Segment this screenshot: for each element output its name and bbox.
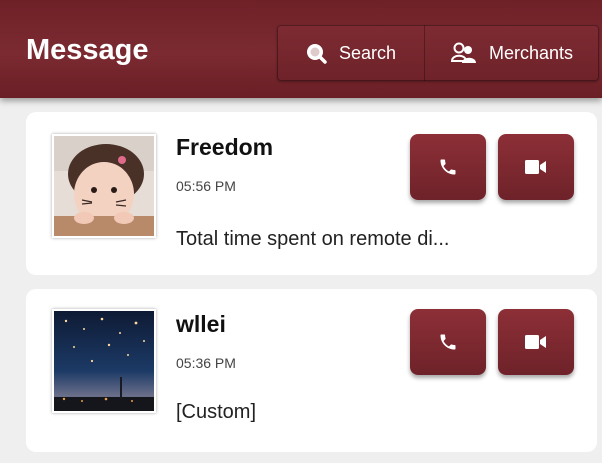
users-icon xyxy=(450,42,476,63)
video-call-button[interactable] xyxy=(498,134,574,200)
avatar[interactable] xyxy=(52,134,156,238)
search-icon xyxy=(306,44,327,64)
conversation-item[interactable]: wllei 05:36 PM [Custom] xyxy=(26,289,597,452)
search-button-label: Search xyxy=(338,42,397,63)
contact-name: Freedom xyxy=(176,134,274,160)
merchants-button[interactable]: Merchants xyxy=(425,25,599,81)
call-button[interactable] xyxy=(410,134,486,200)
merchants-button-label: Merchants xyxy=(488,42,574,63)
message-time: 05:56 PM xyxy=(176,178,236,194)
avatar[interactable] xyxy=(52,309,156,413)
search-button[interactable]: Search xyxy=(277,25,425,81)
message-preview: Total time spent on remote di... xyxy=(176,228,450,250)
video-camera-icon xyxy=(525,160,546,174)
message-preview: [Custom] xyxy=(176,401,257,423)
phone-icon xyxy=(440,334,456,350)
header-button-group: Search Merchants xyxy=(277,25,599,81)
contact-name: wllei xyxy=(176,311,226,337)
call-button[interactable] xyxy=(410,309,486,375)
conversation-item[interactable]: Freedom 05:56 PM Total time spent on rem… xyxy=(26,112,597,275)
phone-icon xyxy=(440,159,456,175)
app-header: Message Search Merchants xyxy=(0,0,602,98)
video-camera-icon xyxy=(525,335,546,349)
message-time: 05:36 PM xyxy=(176,355,236,371)
video-call-button[interactable] xyxy=(498,309,574,375)
page-title: Message xyxy=(26,34,149,66)
